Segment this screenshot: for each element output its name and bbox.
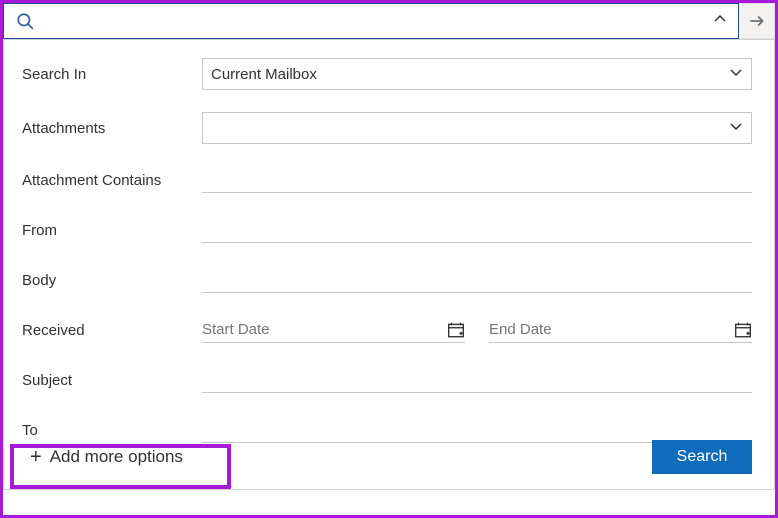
search-icon — [16, 12, 34, 30]
add-more-options-button[interactable]: + Add more options — [22, 443, 191, 471]
chevron-down-icon — [729, 119, 743, 137]
search-in-select[interactable]: Current Mailbox — [202, 58, 752, 90]
end-date-field[interactable] — [489, 317, 752, 343]
attachment-contains-input[interactable] — [202, 167, 752, 193]
search-button[interactable]: Search — [652, 440, 752, 474]
attachments-label: Attachments — [22, 120, 202, 137]
advanced-search-panel: Search In Current Mailbox Attachments — [3, 39, 775, 490]
subject-label: Subject — [22, 372, 202, 389]
attachments-select[interactable] — [202, 112, 752, 144]
body-input[interactable] — [202, 267, 752, 293]
chevron-down-icon — [729, 65, 743, 83]
from-label: From — [22, 222, 202, 239]
search-input[interactable] — [44, 4, 708, 38]
received-label: Received — [22, 322, 202, 339]
search-in-label: Search In — [22, 66, 202, 83]
from-input[interactable] — [202, 217, 752, 243]
subject-input[interactable] — [202, 367, 752, 393]
body-label: Body — [22, 272, 202, 289]
calendar-icon[interactable] — [447, 321, 465, 339]
attachment-contains-label: Attachment Contains — [22, 172, 202, 189]
add-more-options-label: Add more options — [50, 447, 183, 467]
start-date-input[interactable] — [202, 321, 447, 338]
search-bar[interactable] — [3, 3, 739, 39]
plus-icon: + — [30, 447, 42, 467]
go-button[interactable] — [739, 3, 775, 39]
collapse-icon[interactable] — [708, 12, 732, 30]
calendar-icon[interactable] — [734, 321, 752, 339]
end-date-input[interactable] — [489, 321, 734, 338]
start-date-field[interactable] — [202, 317, 465, 343]
to-label: To — [22, 422, 202, 439]
search-in-value: Current Mailbox — [211, 66, 729, 83]
